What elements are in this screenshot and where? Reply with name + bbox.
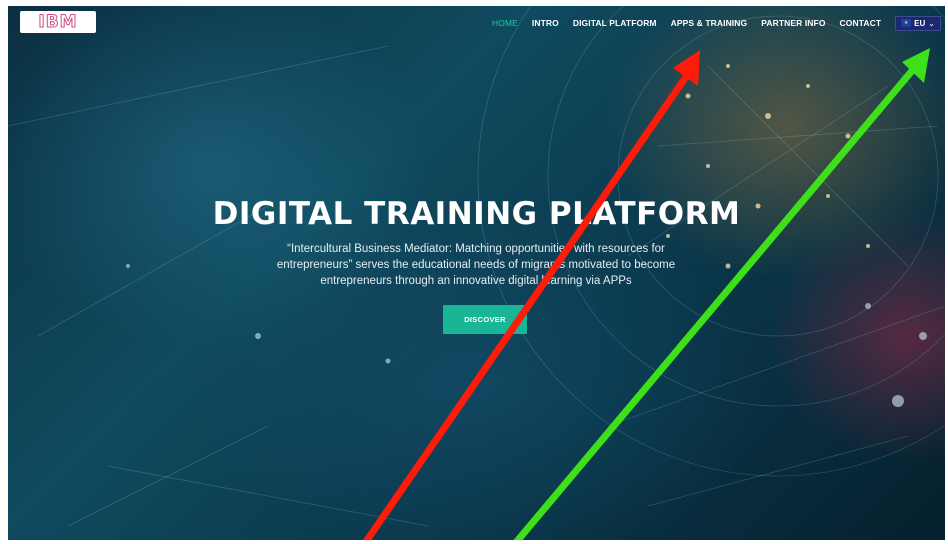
green-arrow — [513, 48, 930, 540]
hero-section: IBM HOME INTRO DIGITAL PLATFORM APPS & T… — [8, 6, 945, 540]
annotation-arrows — [362, 48, 930, 540]
red-arrow — [362, 50, 700, 540]
